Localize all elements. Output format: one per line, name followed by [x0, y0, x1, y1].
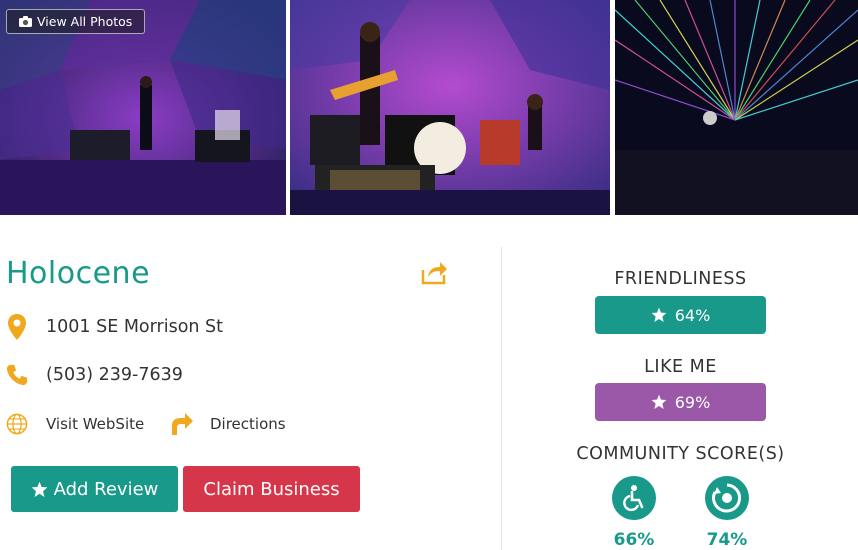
website-label[interactable]: Visit WebSite — [46, 415, 144, 433]
ring-icon — [712, 483, 742, 513]
ring-score-value: 74% — [706, 530, 748, 550]
directions-link[interactable]: Directions — [170, 412, 286, 436]
phone-icon — [6, 364, 28, 386]
add-review-label: Add Review — [53, 478, 159, 500]
add-review-button[interactable]: Add Review — [11, 466, 178, 512]
accessibility-score-value: 66% — [613, 530, 655, 550]
friendliness-label: FRIENDLINESS — [614, 269, 747, 289]
wheelchair-icon — [623, 485, 644, 512]
community-score-label: COMMUNITY SCORE(S) — [576, 444, 785, 464]
star-icon — [651, 307, 667, 322]
photo-gallery: View All Photos — [0, 0, 858, 215]
directions-arrow-icon — [172, 413, 193, 435]
friendliness-badge: 64% — [595, 296, 766, 334]
website-link[interactable]: Visit WebSite — [6, 412, 144, 436]
directions-label[interactable]: Directions — [210, 415, 286, 433]
share-icon[interactable] — [420, 258, 448, 286]
star-icon — [651, 394, 667, 409]
map-pin-icon — [8, 314, 26, 340]
camera-icon — [19, 16, 32, 27]
like-me-badge: 69% — [595, 383, 766, 421]
claim-business-label: Claim Business — [203, 478, 340, 500]
address-text: 1001 SE Morrison St — [46, 317, 224, 337]
like-me-value: 69% — [674, 392, 711, 412]
address-row: 1001 SE Morrison St — [6, 314, 224, 340]
friendliness-value: 64% — [674, 305, 711, 325]
star-icon — [31, 481, 47, 497]
stage-photo-3[interactable] — [615, 0, 858, 215]
view-all-photos-button[interactable]: View All Photos — [6, 9, 146, 34]
business-name: Holocene — [6, 256, 151, 291]
view-all-photos-label: View All Photos — [37, 14, 133, 29]
ring-score[interactable]: 74% — [697, 476, 757, 550]
vertical-divider — [501, 247, 502, 550]
accessibility-score[interactable]: 66% — [604, 476, 664, 550]
claim-business-button[interactable]: Claim Business — [183, 466, 360, 512]
phone-row[interactable]: (503) 239-7639 — [6, 363, 183, 387]
like-me-label: LIKE ME — [644, 357, 717, 377]
stage-photo-2[interactable] — [290, 0, 610, 215]
globe-icon — [6, 413, 28, 435]
phone-number[interactable]: (503) 239-7639 — [46, 365, 183, 385]
